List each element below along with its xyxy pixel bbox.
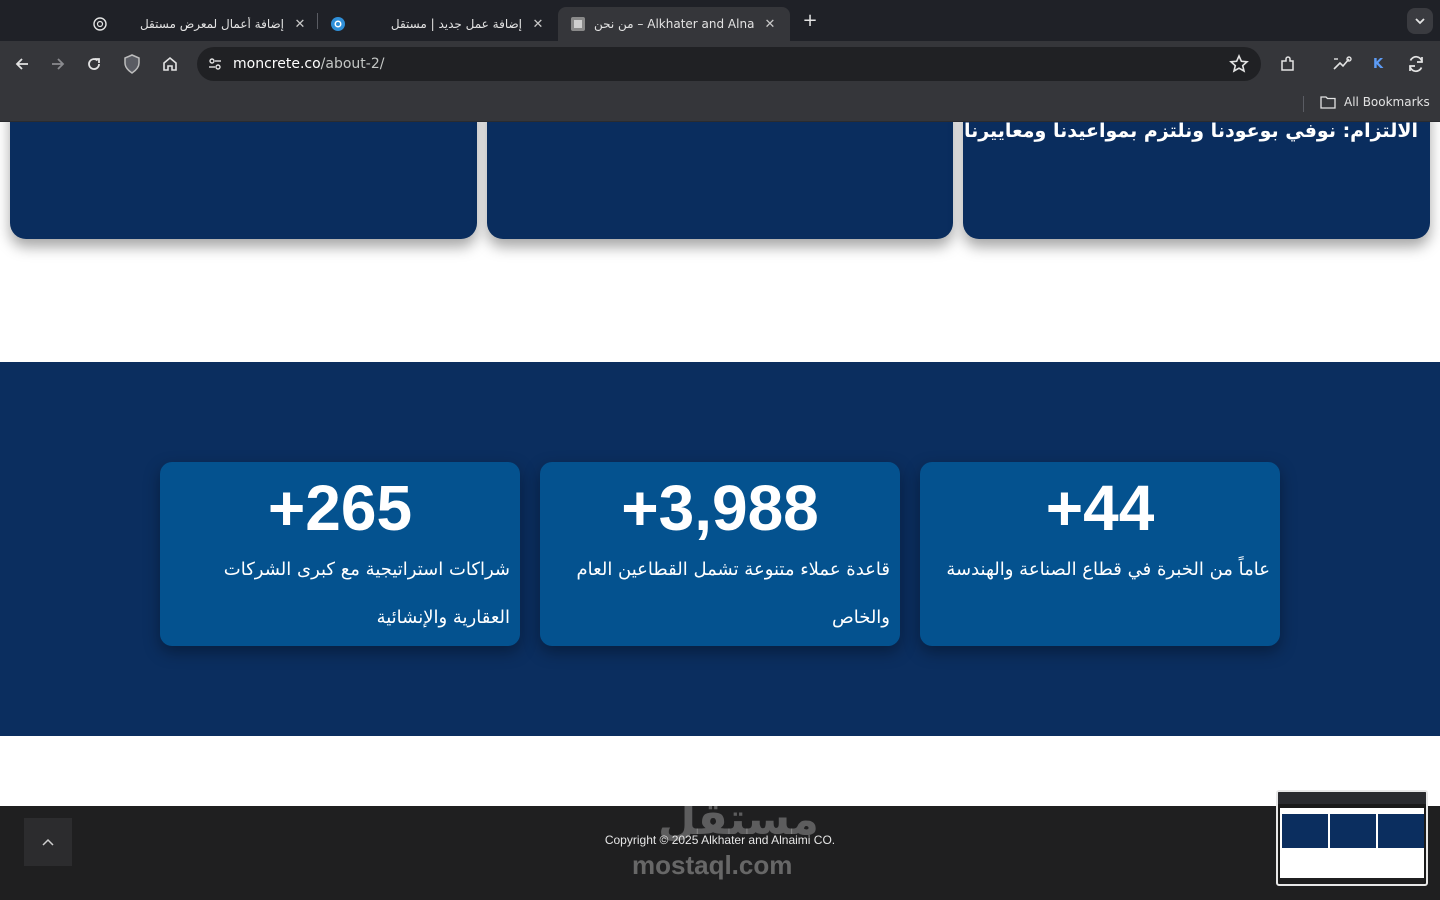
stat-description: عاماً من الخبرة في قطاع الصناعة والهندسة [946,559,1270,580]
copyright-text: Copyright © 2025 Alkhater and Alnaimi CO… [604,833,836,847]
thumbnail-footer [1280,878,1424,884]
site-logo-icon [570,16,586,32]
site-settings-icon[interactable] [200,49,230,79]
stat-card-clients: +3,988 قاعدة عملاء متنوعة تشمل القطاعين … [540,462,900,646]
browser-tab-strip: إضافة أعمال لمعرض مستقل ✕ إضافة عمل جديد… [0,0,1440,41]
mostaql-watermark-url: mostaql.com [632,850,793,880]
value-card-2 [487,122,953,239]
stat-number: +265 [267,472,413,544]
close-icon[interactable]: ✕ [292,16,308,32]
forward-button[interactable] [46,52,70,76]
chevron-down-icon [1415,18,1425,25]
thumbnail-card [1378,814,1424,848]
url-text: moncrete.co/about-2/ [233,56,385,72]
customize-button[interactable] [1330,52,1354,76]
extensions-button[interactable] [1276,52,1300,76]
arrow-right-icon [52,58,65,70]
shield-icon [124,54,140,74]
refresh-icon [1409,55,1423,73]
new-tab-button[interactable]: + [800,10,820,31]
value-card-text: الالتزام: نوفي بوعودنا ونلتزم بمواعيدنا … [963,122,1418,142]
tab-title: إضافة أعمال لمعرض مستقل [139,17,284,31]
tab-add-work[interactable]: إضافة عمل جديد | مستقل ✕ [318,7,558,41]
folder-icon [1320,96,1336,109]
thumbnail-toolbar [1278,792,1426,804]
value-card-commitment: الالتزام: نوفي بوعودنا ونلتزم بمواعيدنا … [963,122,1430,239]
stat-number: +3,988 [621,472,819,544]
thumbnail-card [1330,814,1376,848]
tab-about-us[interactable]: من نحن – Alkhater and Alnaimi CO ✕ [558,7,790,41]
home-icon [163,56,177,71]
stat-number: +44 [1045,472,1155,544]
thumbnail-card [1282,814,1328,848]
reload-icon [88,58,100,70]
screenshot-thumbnail[interactable] [1276,790,1428,886]
bookmarks-separator [1303,96,1304,112]
puzzle-icon [1281,56,1294,71]
stat-card-partnerships: +265 شراكات استراتيجية مع كبرى الشركات ا… [160,462,520,646]
tab-sync-icon [1333,56,1352,70]
all-bookmarks-button[interactable]: All Bookmarks [1320,95,1430,109]
mostaql-icon [330,16,346,32]
value-card-1 [10,122,477,239]
tab-add-portfolio[interactable]: إضافة أعمال لمعرض مستقل ✕ [80,7,320,41]
stat-description: قاعدة عملاء متنوعة تشمل القطاعين العام و… [576,559,890,628]
tab-search-button[interactable] [1407,8,1433,34]
bookmarks-bar: All Bookmarks [0,87,1440,122]
openai-icon [92,16,108,32]
browser-toolbar: moncrete.co/about-2/ K [0,41,1440,87]
home-button[interactable] [158,52,182,76]
site-footer: مستقل Copyright © 2025 Alkhater and Alna… [0,794,1440,900]
tab-title: من نحن – Alkhater and Alnaimi CO [594,17,754,31]
shield-extension-button[interactable] [120,52,144,76]
stat-card-experience: +44 عاماً من الخبرة في قطاع الصناعة واله… [920,462,1280,646]
arrow-left-icon [15,58,28,70]
stats-section: +265 شراكات استراتيجية مع كبرى الشركات ا… [0,362,1440,736]
profile-avatar[interactable]: K [1367,53,1389,75]
all-bookmarks-label: All Bookmarks [1344,95,1430,109]
page-content: الالتزام: نوفي بوعودنا ونلتزم بمواعيدنا … [0,122,1440,900]
back-button[interactable] [10,52,34,76]
reload-button[interactable] [82,52,106,76]
stat-description: شراكات استراتيجية مع كبرى الشركات العقار… [223,559,510,628]
close-icon[interactable]: ✕ [762,16,778,32]
close-icon[interactable]: ✕ [530,16,546,32]
tab-title: إضافة عمل جديد | مستقل [390,17,522,31]
bookmark-star-icon[interactable] [1227,52,1251,76]
address-bar[interactable]: moncrete.co/about-2/ [197,47,1261,81]
update-button[interactable] [1404,52,1428,76]
